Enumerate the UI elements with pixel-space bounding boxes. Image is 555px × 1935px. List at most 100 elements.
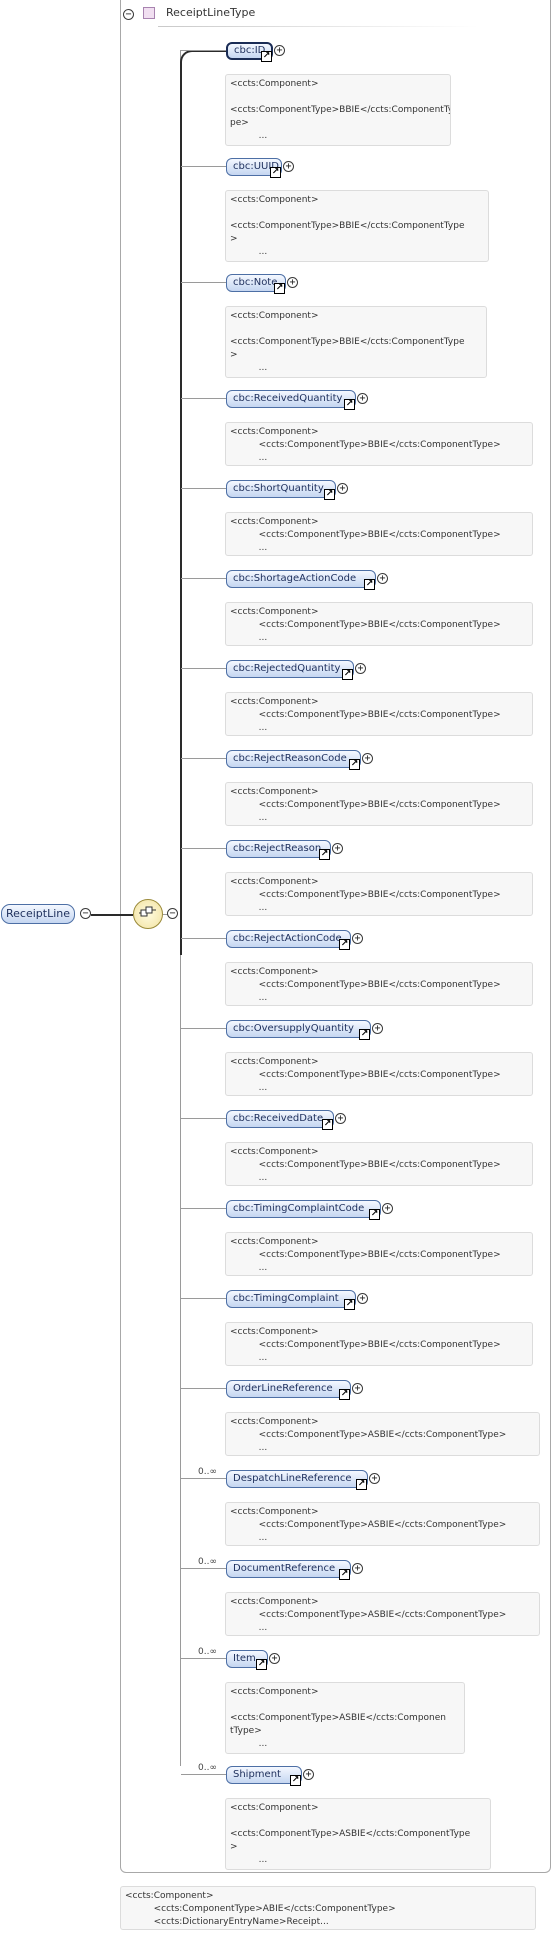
link-arrow-icon[interactable]: ↗ [339, 1569, 350, 1580]
expand-icon[interactable]: + [352, 933, 363, 944]
element-node[interactable]: cbc:ShortageActionCode [226, 570, 376, 588]
element-annotation: <ccts:Component> <ccts:ComponentType>BBI… [225, 962, 533, 1006]
element-connector [181, 50, 226, 51]
link-arrow-icon[interactable]: ↗ [344, 1299, 355, 1310]
link-arrow-icon[interactable]: ↗ [274, 283, 285, 294]
multiplicity-label: 0..∞ [198, 1763, 217, 1773]
element-connector [181, 1774, 226, 1775]
element-connector [181, 1568, 226, 1569]
element-node[interactable]: cbc:RejectedQuantity [226, 660, 354, 678]
multiplicity-label: 0..∞ [198, 1467, 217, 1477]
element-annotation: <ccts:Component> <ccts:ComponentType>BBI… [225, 1232, 533, 1276]
link-arrow-icon[interactable]: ↗ [344, 399, 355, 410]
expand-icon[interactable]: + [362, 753, 373, 764]
link-arrow-icon[interactable]: ↗ [324, 489, 335, 500]
element-connector [181, 1388, 226, 1389]
element-node[interactable]: cbc:OversupplyQuantity [226, 1020, 371, 1038]
expand-icon[interactable]: + [377, 573, 388, 584]
complex-type-icon [143, 7, 155, 19]
element-annotation: <ccts:Component> <ccts:ComponentType>BBI… [225, 74, 451, 146]
element-annotation: <ccts:Component> <ccts:ComponentType>BBI… [225, 602, 533, 646]
element-node[interactable]: cbc:RejectReasonCode [226, 750, 361, 768]
element-annotation: <ccts:Component> <ccts:ComponentType>ASB… [225, 1592, 540, 1636]
element-annotation: <ccts:Component> <ccts:ComponentType>BBI… [225, 1322, 533, 1366]
element-node[interactable]: cbc:ShortQuantity [226, 480, 336, 498]
element-connector [181, 1208, 226, 1209]
root-element-receiptline[interactable]: ReceiptLine [1, 904, 75, 924]
link-arrow-icon[interactable]: ↗ [359, 1029, 370, 1040]
expand-icon[interactable]: + [337, 483, 348, 494]
link-arrow-icon[interactable]: ↗ [256, 1659, 267, 1670]
expand-icon[interactable]: + [382, 1203, 393, 1214]
element-annotation: <ccts:Component> <ccts:ComponentType>ASB… [225, 1682, 465, 1754]
element-annotation: <ccts:Component> <ccts:ComponentType>BBI… [225, 422, 533, 466]
sequence-spine-top [180, 50, 226, 955]
expand-icon[interactable]: + [303, 1769, 314, 1780]
element-connector [181, 758, 226, 759]
link-arrow-icon[interactable]: ↗ [339, 939, 350, 950]
element-connector [181, 282, 226, 283]
link-arrow-icon[interactable]: ↗ [339, 1389, 350, 1400]
element-connector [181, 1118, 226, 1119]
element-node[interactable]: cbc:ReceivedQuantity [226, 390, 356, 408]
element-annotation: <ccts:Component> <ccts:ComponentType>BBI… [225, 190, 489, 262]
type-annotation: <ccts:Component> <ccts:ComponentType>ABI… [120, 1886, 536, 1930]
link-arrow-icon[interactable]: ↗ [356, 1479, 367, 1490]
expand-icon[interactable]: + [369, 1473, 380, 1484]
element-annotation: <ccts:Component> <ccts:ComponentType>BBI… [225, 872, 533, 916]
element-connector [181, 938, 226, 939]
multiplicity-label: 0..∞ [198, 1647, 217, 1657]
link-arrow-icon[interactable]: ↗ [342, 669, 353, 680]
element-annotation: <ccts:Component> <ccts:ComponentType>ASB… [225, 1412, 540, 1456]
expand-icon[interactable]: + [287, 277, 298, 288]
element-annotation: <ccts:Component> <ccts:ComponentType>BBI… [225, 512, 533, 556]
element-connector [181, 668, 226, 669]
type-divider [158, 26, 478, 27]
collapse-icon[interactable]: − [80, 908, 91, 919]
expand-icon[interactable]: + [357, 1293, 368, 1304]
element-node[interactable]: cbc:TimingComplaintCode [226, 1200, 381, 1218]
element-annotation: <ccts:Component> <ccts:ComponentType>BBI… [225, 1052, 533, 1096]
element-node[interactable]: OrderLineReference [226, 1380, 351, 1398]
link-arrow-icon[interactable]: ↗ [270, 167, 281, 178]
collapse-icon[interactable]: − [167, 908, 178, 919]
expand-icon[interactable]: + [335, 1113, 346, 1124]
link-arrow-icon[interactable]: ↗ [364, 579, 375, 590]
link-arrow-icon[interactable]: ↗ [319, 849, 330, 860]
element-node[interactable]: cbc:ReceivedDate [226, 1110, 334, 1128]
expand-icon[interactable]: + [283, 161, 294, 172]
expand-icon[interactable]: + [372, 1023, 383, 1034]
element-annotation: <ccts:Component> <ccts:ComponentType>ASB… [225, 1798, 491, 1870]
element-node[interactable]: DespatchLineReference [226, 1470, 368, 1488]
element-annotation: <ccts:Component> <ccts:ComponentType>BBI… [225, 692, 533, 736]
element-node[interactable]: cbc:TimingComplaint [226, 1290, 356, 1308]
element-node[interactable]: DocumentReference [226, 1560, 351, 1578]
link-arrow-icon[interactable]: ↗ [261, 51, 272, 62]
expand-icon[interactable]: + [352, 1383, 363, 1394]
element-connector [181, 848, 226, 849]
sequence-compositor-icon[interactable] [133, 899, 163, 929]
expand-icon[interactable]: + [355, 663, 366, 674]
type-title: ReceiptLineType [166, 6, 256, 19]
element-connector [181, 1658, 226, 1659]
element-connector [181, 1298, 226, 1299]
expand-icon[interactable]: + [269, 1653, 280, 1664]
link-arrow-icon[interactable]: ↗ [369, 1209, 380, 1220]
element-connector [181, 398, 226, 399]
expand-icon[interactable]: + [274, 45, 285, 56]
element-node[interactable]: cbc:RejectReason [226, 840, 331, 858]
expand-icon[interactable]: + [357, 393, 368, 404]
element-connector [181, 1478, 226, 1479]
element-annotation: <ccts:Component> <ccts:ComponentType>BBI… [225, 782, 533, 826]
collapse-icon[interactable]: − [123, 9, 134, 20]
expand-icon[interactable]: + [332, 843, 343, 854]
element-connector [181, 488, 226, 489]
link-arrow-icon[interactable]: ↗ [290, 1775, 301, 1786]
element-annotation: <ccts:Component> <ccts:ComponentType>BBI… [225, 1142, 533, 1186]
element-connector [181, 166, 226, 167]
link-arrow-icon[interactable]: ↗ [349, 759, 360, 770]
expand-icon[interactable]: + [352, 1563, 363, 1574]
element-node[interactable]: cbc:RejectActionCode [226, 930, 351, 948]
element-connector [181, 1028, 226, 1029]
link-arrow-icon[interactable]: ↗ [322, 1119, 333, 1130]
